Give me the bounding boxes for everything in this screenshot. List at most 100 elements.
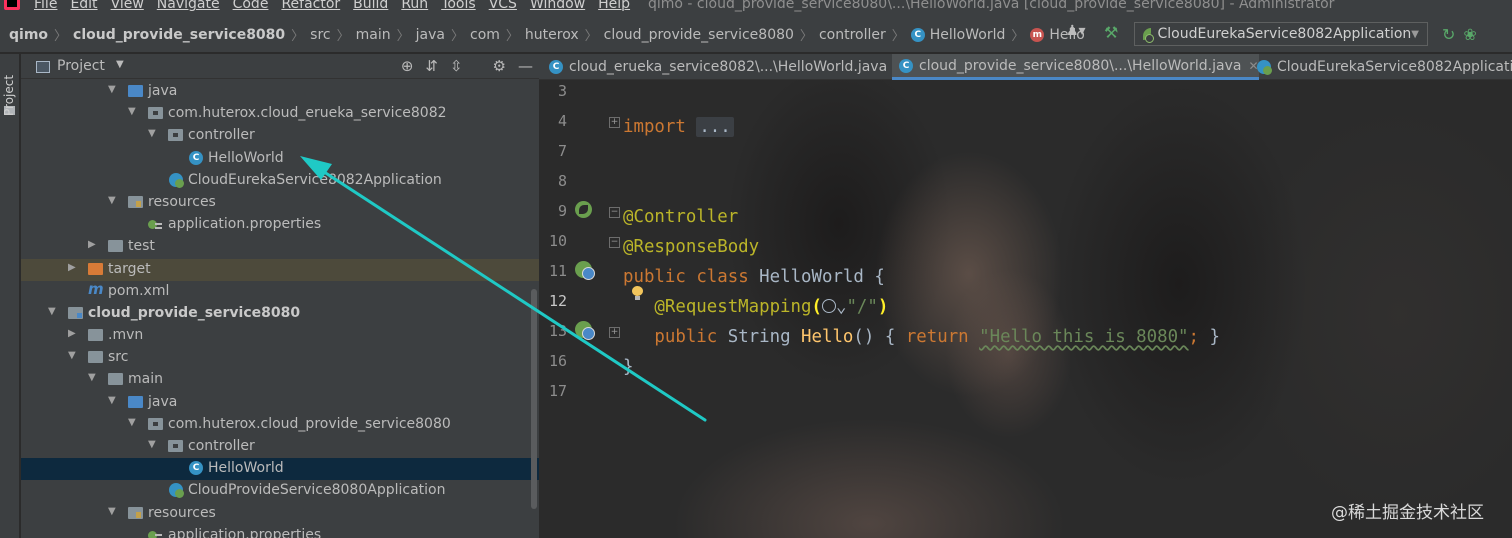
menu-vcs[interactable]: VCS xyxy=(489,0,517,12)
chevron-down-icon[interactable]: ▼ xyxy=(108,506,120,517)
tree-node-src[interactable]: ▼ src xyxy=(21,347,539,369)
package-icon xyxy=(148,417,163,430)
stripe-project-button[interactable]: Project xyxy=(2,75,16,116)
chevron-right-icon[interactable]: ▶ xyxy=(88,239,100,250)
chevron-down-icon[interactable]: ▼ xyxy=(148,439,160,450)
chevron-down-icon[interactable]: ▼ xyxy=(148,128,160,139)
line-number: 17 xyxy=(548,382,567,400)
menu-tools[interactable]: Tools xyxy=(441,0,476,12)
crumb-java[interactable]: java xyxy=(416,27,445,43)
chevron-down-icon[interactable]: ▼ xyxy=(68,350,80,361)
crumb-main[interactable]: main xyxy=(356,27,391,43)
fold-collapse-icon[interactable]: − xyxy=(609,207,620,218)
tab-provide-helloworld[interactable]: C cloud_provide_service8080\...\HelloWor… xyxy=(892,54,1259,80)
web-endpoint-gutter-icon[interactable] xyxy=(575,321,595,340)
folder-icon xyxy=(88,329,103,342)
class-icon: C xyxy=(899,58,913,73)
menu-window[interactable]: Window xyxy=(530,0,585,12)
fold-collapse-icon[interactable]: − xyxy=(609,237,620,248)
tree-node-main[interactable]: ▼ main xyxy=(21,369,539,391)
tree-node-pom[interactable]: m pom.xml xyxy=(21,280,539,303)
rerun-icon[interactable]: ↻ xyxy=(1442,25,1455,44)
excluded-folder-icon xyxy=(88,262,103,275)
crumb-project[interactable]: qimo xyxy=(9,27,48,43)
globe-icon[interactable] xyxy=(821,299,836,313)
chevron-down-icon[interactable]: ⌄ xyxy=(836,297,846,317)
spring-boot-class-icon xyxy=(169,483,184,499)
keyword-token: public xyxy=(654,327,718,347)
chevron-down-icon[interactable]: ▼ xyxy=(108,395,120,406)
minimize-icon[interactable]: — xyxy=(518,57,533,75)
menu-code[interactable]: Code xyxy=(233,0,269,12)
tree-node-java[interactable]: ▼ java xyxy=(21,81,539,103)
menu-edit[interactable]: Edit xyxy=(70,0,97,12)
chevron-down-icon[interactable]: ▼ xyxy=(108,195,120,206)
crumb-package[interactable]: cloud_provide_service8080 xyxy=(604,27,794,43)
tree-node-test[interactable]: ▶ test xyxy=(21,236,539,258)
project-view-selector[interactable]: Project xyxy=(57,58,105,74)
tree-node-application[interactable]: CloudEurekaService8082Application xyxy=(21,170,539,192)
code-area[interactable]: import ... @Controller @ResponseBody pub… xyxy=(623,80,1220,377)
tab-erueka-helloworld[interactable]: C cloud_erueka_service8082\...\HelloWorl… xyxy=(542,54,904,80)
tree-node-java[interactable]: ▼ java xyxy=(21,392,539,414)
fold-expand-icon[interactable]: + xyxy=(609,327,620,338)
keyword-token: class xyxy=(696,267,749,287)
tab-eureka-application[interactable]: CloudEurekaService8082Application xyxy=(1250,54,1512,80)
intellij-logo-icon xyxy=(4,0,20,10)
code-line-4: import ... xyxy=(623,112,734,142)
chevron-right-icon[interactable]: ▶ xyxy=(68,328,80,339)
chevron-down-icon[interactable]: ▼ xyxy=(116,59,124,70)
tree-node-helloworld[interactable]: C HelloWorld xyxy=(21,148,539,170)
crumb-com[interactable]: com xyxy=(470,27,500,43)
bug-icon[interactable]: ❀ xyxy=(1463,25,1476,44)
tree-node-package[interactable]: ▼ com.huterox.cloud_provide_service8080 xyxy=(21,414,539,436)
menu-navigate[interactable]: Navigate xyxy=(157,0,220,12)
user-icon[interactable]: ♟▾ xyxy=(1066,23,1092,45)
menu-build[interactable]: Build xyxy=(353,0,388,12)
chevron-down-icon[interactable]: ▼ xyxy=(128,417,140,428)
crumb-module[interactable]: cloud_provide_service8080 xyxy=(73,27,285,43)
chevron-right-icon[interactable]: ▶ xyxy=(68,262,80,273)
crumb-huterox[interactable]: huterox xyxy=(525,27,579,43)
chevron-down-icon[interactable]: ▼ xyxy=(88,372,100,383)
locate-icon[interactable]: ⊕ xyxy=(401,57,414,75)
tree-node-label: resources xyxy=(148,193,216,210)
web-endpoint-gutter-icon[interactable] xyxy=(575,261,595,280)
menu-refactor[interactable]: Refactor xyxy=(281,0,340,12)
tree-node-mvn[interactable]: ▶ .mvn xyxy=(21,325,539,347)
string-token: "Hello this is 8080" xyxy=(979,327,1189,347)
tree-node-properties[interactable]: application.properties xyxy=(21,214,539,236)
collapse-all-icon[interactable]: ⇳ xyxy=(450,57,463,75)
menu-help[interactable]: Help xyxy=(598,0,630,12)
chevron-down-icon[interactable]: ▼ xyxy=(48,306,60,317)
tree-node-module[interactable]: ▼ cloud_provide_service8080 xyxy=(21,303,539,325)
watermark: @稀土掘金技术社区 xyxy=(1331,503,1484,523)
run-configuration-select[interactable]: CloudEurekaService8082Application ▼ xyxy=(1134,22,1428,46)
hammer-icon[interactable]: ⚒ xyxy=(1104,23,1126,45)
chevron-down-icon[interactable]: ▼ xyxy=(128,106,140,117)
expand-all-icon[interactable]: ⇵ xyxy=(425,57,438,75)
tree-node-resources[interactable]: ▼ resources xyxy=(21,503,539,525)
tree-node-package[interactable]: ▼ com.huterox.cloud_erueka_service8082 xyxy=(21,103,539,125)
crumb-src[interactable]: src xyxy=(310,27,330,43)
tree-node-properties[interactable]: application.properties xyxy=(21,525,539,538)
menu-file[interactable]: File xyxy=(34,0,57,12)
tree-node-controller[interactable]: ▼ controller xyxy=(21,125,539,147)
type-token: String xyxy=(727,327,791,347)
tree-node-application[interactable]: CloudProvideService8080Application xyxy=(21,480,539,502)
properties-file-icon xyxy=(148,220,162,232)
tree-node-resources[interactable]: ▼ resources xyxy=(21,192,539,214)
menu-run[interactable]: Run xyxy=(401,0,428,12)
folded-region[interactable]: ... xyxy=(696,117,734,137)
spring-bean-gutter-icon[interactable] xyxy=(575,201,592,218)
project-scrollbar[interactable] xyxy=(531,289,537,509)
crumb-class[interactable]: C HelloWorld xyxy=(910,27,1005,43)
tree-node-target[interactable]: ▶ target xyxy=(21,258,539,281)
chevron-down-icon[interactable]: ▼ xyxy=(108,84,120,95)
tree-node-controller[interactable]: ▼ controller xyxy=(21,436,539,458)
gear-icon[interactable]: ⚙ xyxy=(493,57,506,75)
tree-node-helloworld-selected[interactable]: C HelloWorld xyxy=(21,458,539,481)
fold-expand-icon[interactable]: + xyxy=(609,117,620,128)
crumb-controller[interactable]: controller xyxy=(819,27,886,43)
menu-view[interactable]: View xyxy=(111,0,144,12)
